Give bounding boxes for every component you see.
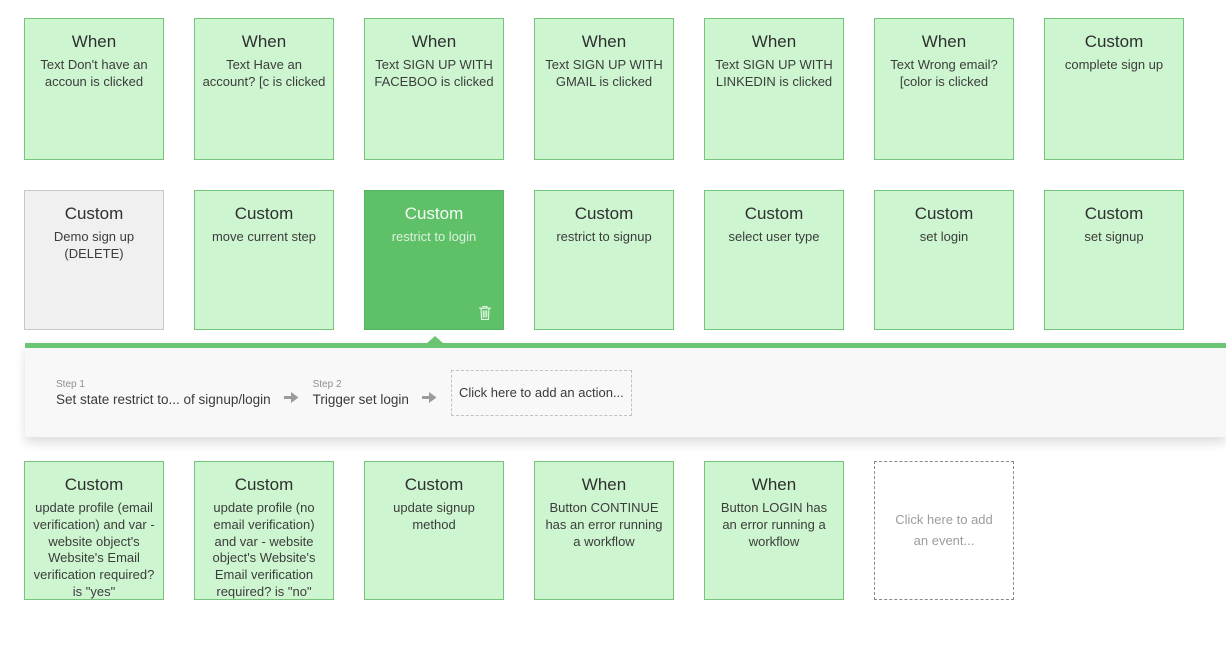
event-card[interactable]: When Text SIGN UP WITH GMAIL is clicked [534,18,674,160]
event-type: Custom [1045,204,1183,224]
event-description: update profile (email verification) and … [25,500,163,600]
event-description: update profile (no email verification) a… [195,500,333,600]
event-description: Text Have an account? [c is clicked [195,57,333,90]
event-card-demo[interactable]: Custom Demo sign up (DELETE) [24,190,164,330]
event-type: Custom [1045,32,1183,52]
event-description: move current step [195,229,333,246]
event-card[interactable]: When Text SIGN UP WITH FACEBOO is clicke… [364,18,504,160]
step-text: Set state restrict to... of signup/login [56,392,271,407]
event-type: When [25,32,163,52]
step-2[interactable]: Step 2 Trigger set login [313,379,409,407]
event-type: When [365,32,503,52]
step-label: Step 2 [313,379,409,390]
event-type: When [535,475,673,495]
event-type: When [535,32,673,52]
event-description: restrict to login [365,229,503,246]
action-panel: Step 1 Set state restrict to... of signu… [25,343,1226,437]
event-card[interactable]: Custom restrict to signup [534,190,674,330]
event-card[interactable]: When Button CONTINUE has an error runnin… [534,461,674,600]
event-row-2: Custom Demo sign up (DELETE) Custom move… [24,190,1184,330]
event-card[interactable]: Custom complete sign up [1044,18,1184,160]
event-type: When [195,32,333,52]
step-label: Step 1 [56,379,271,390]
event-description: restrict to signup [535,229,673,246]
event-type: Custom [195,475,333,495]
event-description: complete sign up [1045,57,1183,74]
event-type: Custom [535,204,673,224]
event-card[interactable]: When Text Wrong email? [color is clicked [874,18,1014,160]
event-card[interactable]: Custom update signup method [364,461,504,600]
event-description: update signup method [365,500,503,533]
event-card[interactable]: Custom move current step [194,190,334,330]
event-card[interactable]: Custom set login [874,190,1014,330]
event-type: When [705,32,843,52]
event-description: Text SIGN UP WITH LINKEDIN is clicked [705,57,843,90]
event-card[interactable]: When Text SIGN UP WITH LINKEDIN is click… [704,18,844,160]
event-description: Demo sign up (DELETE) [25,229,163,262]
event-description: Button CONTINUE has an error running a w… [535,500,673,550]
event-card[interactable]: Custom update profile (no email verifica… [194,461,334,600]
event-description: Text Wrong email? [color is clicked [875,57,1013,90]
event-row-1: When Text Don't have an accoun is clicke… [24,18,1184,160]
event-type: Custom [25,204,163,224]
event-card[interactable]: When Text Have an account? [c is clicked [194,18,334,160]
event-description: Text Don't have an accoun is clicked [25,57,163,90]
event-type: When [705,475,843,495]
event-description: Text SIGN UP WITH FACEBOO is clicked [365,57,503,90]
trash-icon[interactable] [477,304,493,321]
event-description: set signup [1045,229,1183,246]
event-type: Custom [705,204,843,224]
event-type: Custom [875,204,1013,224]
event-description: Button LOGIN has an error running a work… [705,500,843,550]
event-type: Custom [25,475,163,495]
event-type: Custom [195,204,333,224]
event-type: Custom [365,475,503,495]
event-card[interactable]: Custom select user type [704,190,844,330]
arrow-right-icon [422,391,438,404]
event-card[interactable]: When Text Don't have an accoun is clicke… [24,18,164,160]
event-card[interactable]: Custom set signup [1044,190,1184,330]
event-description: select user type [705,229,843,246]
event-description: set login [875,229,1013,246]
event-type: When [875,32,1013,52]
event-row-3: Custom update profile (email verificatio… [24,461,1014,600]
arrow-right-icon [284,391,300,404]
event-card[interactable]: Custom update profile (email verificatio… [24,461,164,600]
event-card-selected[interactable]: Custom restrict to login [364,190,504,330]
add-event-button[interactable]: Click here to add an event... [874,461,1014,600]
event-type: Custom [365,204,503,224]
add-action-button[interactable]: Click here to add an action... [451,370,632,416]
event-description: Text SIGN UP WITH GMAIL is clicked [535,57,673,90]
event-card[interactable]: When Button LOGIN has an error running a… [704,461,844,600]
step-1[interactable]: Step 1 Set state restrict to... of signu… [56,379,271,407]
step-text: Trigger set login [313,392,409,407]
